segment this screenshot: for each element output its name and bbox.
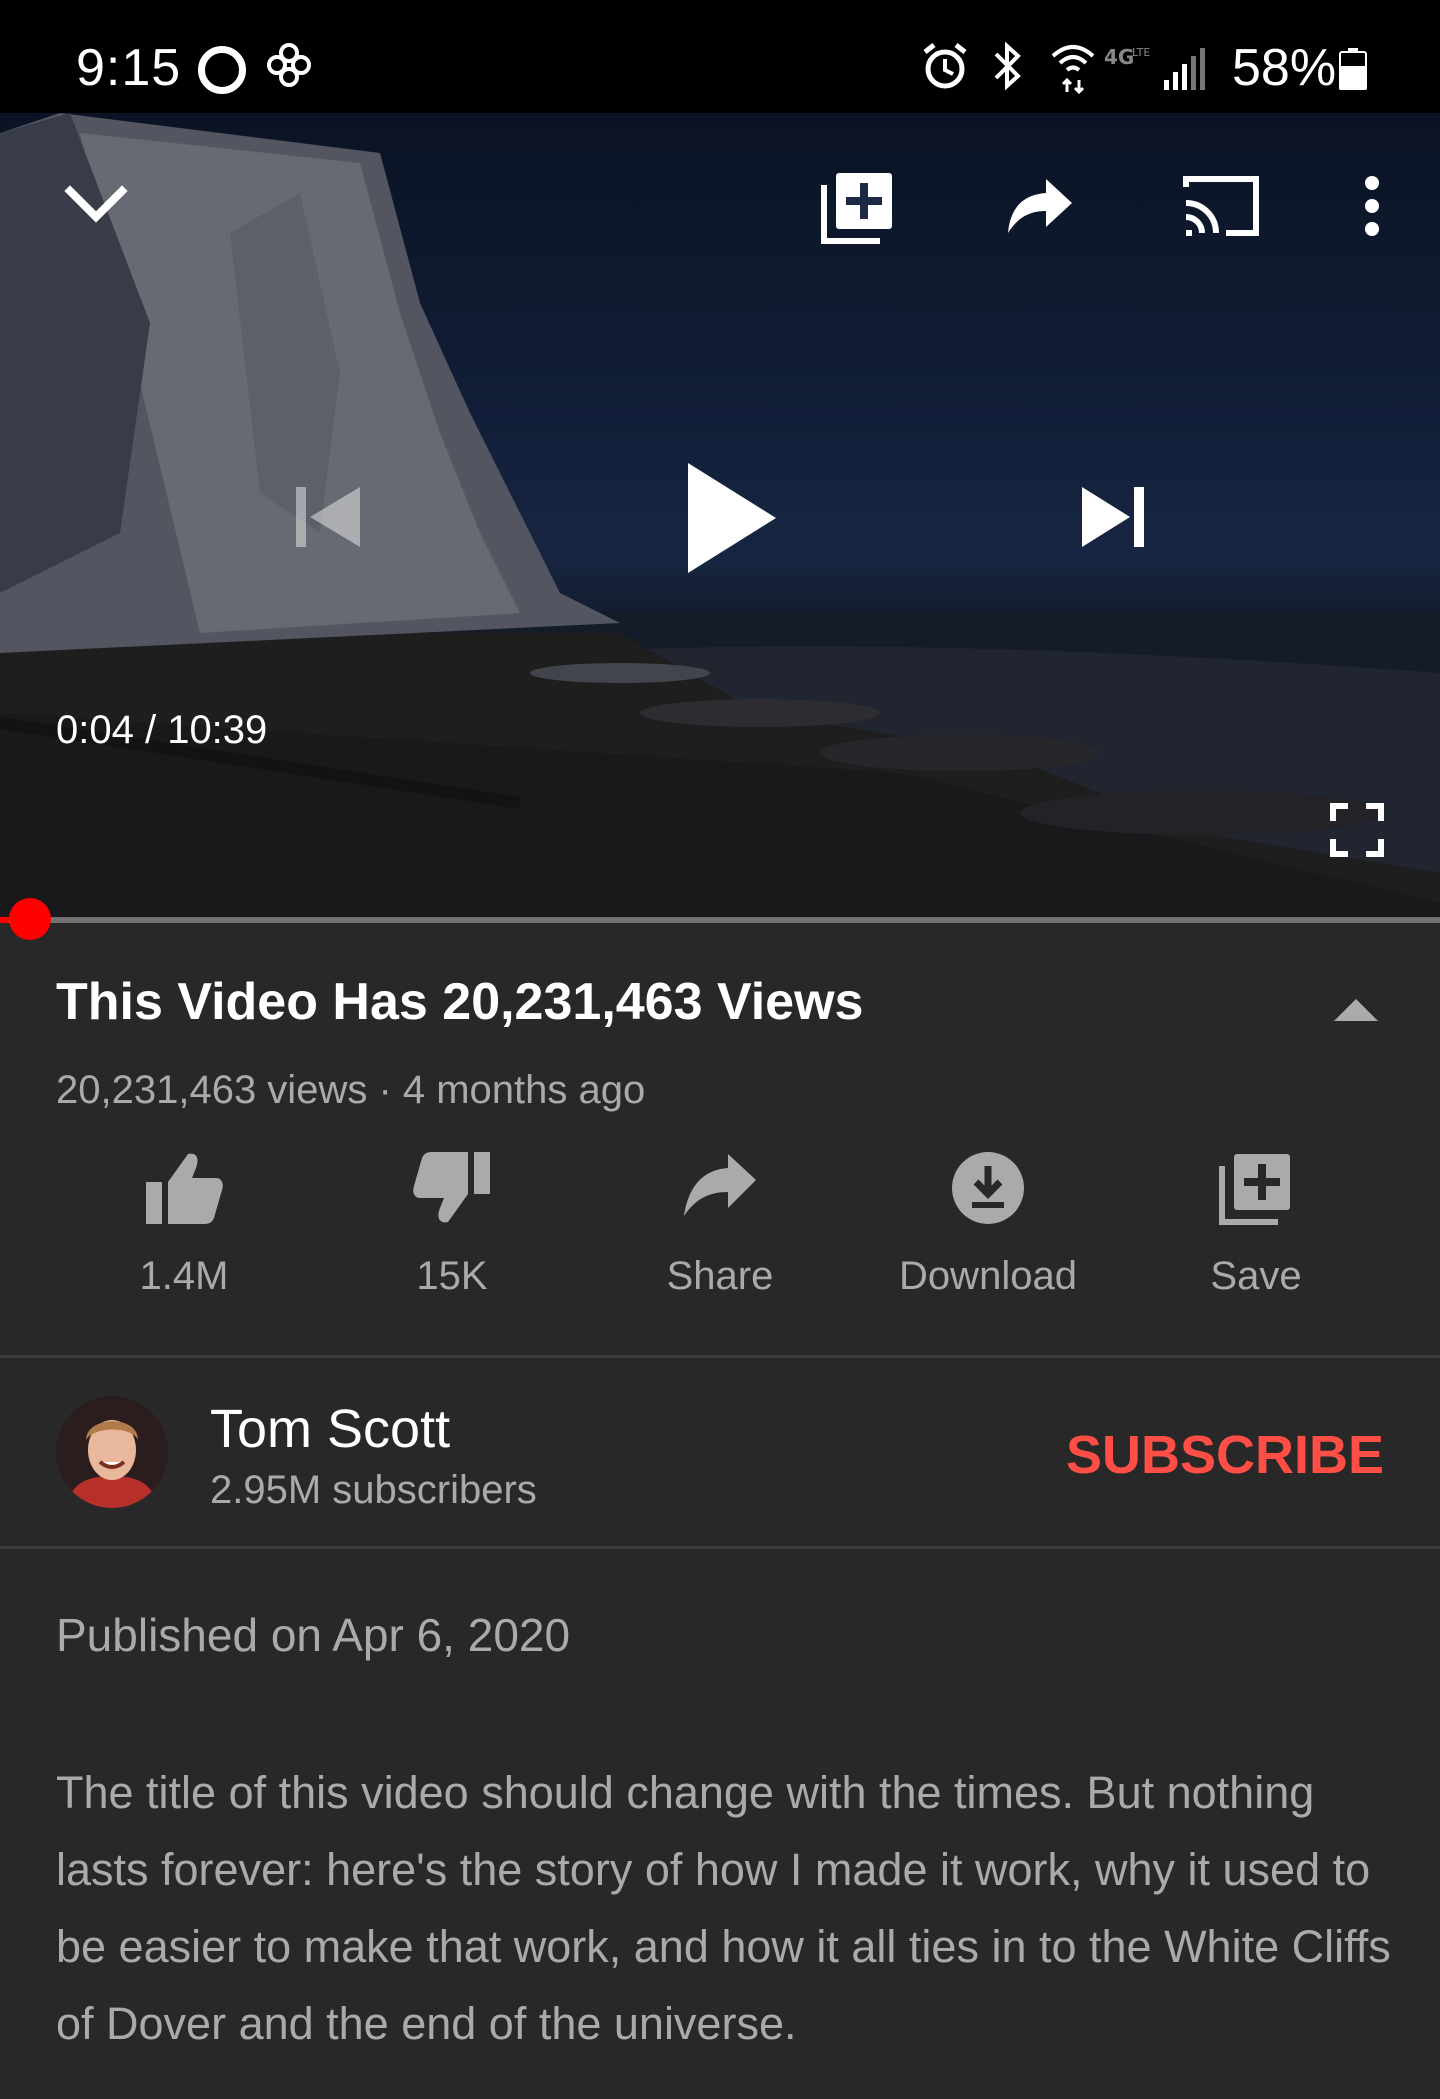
fullscreen-icon[interactable] <box>1330 803 1384 857</box>
thumbs-up-icon <box>146 1153 223 1224</box>
more-vert-icon[interactable] <box>1360 175 1384 237</box>
share-button[interactable]: Share <box>600 1150 840 1299</box>
status-bar: 9:15 4G LTE 58% <box>0 0 1440 113</box>
battery-percent: 58% <box>1232 39 1337 97</box>
video-description: The title of this video should change wi… <box>56 1767 1391 2049</box>
video-meta: 20,231,463 views · 4 months ago <box>56 1068 646 1112</box>
lte-icon: 4G LTE <box>1104 45 1150 69</box>
dislike-count: 15K <box>416 1254 488 1298</box>
svg-text:4G: 4G <box>1104 45 1134 69</box>
svg-text:LTE: LTE <box>1132 46 1150 59</box>
collapse-description-icon[interactable] <box>1332 995 1380 1025</box>
channel-name[interactable]: Tom Scott <box>210 1398 450 1460</box>
circle-status-icon <box>198 46 246 94</box>
collapse-chevron-icon[interactable] <box>64 181 128 229</box>
save-button[interactable]: Save <box>1136 1150 1376 1299</box>
cast-icon[interactable] <box>1182 173 1262 239</box>
share-icon <box>684 1154 756 1216</box>
download-label: Download <box>899 1254 1077 1298</box>
progress-bar[interactable] <box>0 917 1440 923</box>
subscriber-count: 2.95M subscribers <box>210 1468 537 1512</box>
progress-played <box>0 917 10 923</box>
like-button[interactable]: 1.4M <box>64 1150 304 1299</box>
action-row: 1.4M 15K Share Download Save <box>0 1150 1440 1320</box>
bluetooth-icon <box>994 41 1021 91</box>
download-icon <box>952 1152 1024 1224</box>
battery-icon <box>1339 48 1367 90</box>
video-player[interactable]: 0:04 / 10:39 <box>0 113 1440 918</box>
dislike-button[interactable]: 15K <box>332 1150 572 1299</box>
thumbs-down-icon <box>413 1152 490 1223</box>
save-icon <box>1219 1154 1290 1225</box>
status-time: 9:15 <box>76 39 182 97</box>
fan-icon <box>267 43 311 87</box>
progress-scrubber[interactable] <box>9 898 52 940</box>
subscribe-button[interactable]: SUBSCRIBE <box>1066 1424 1384 1486</box>
share-label: Share <box>666 1254 774 1298</box>
play-icon[interactable] <box>686 461 778 575</box>
video-time: 0:04 / 10:39 <box>56 708 268 752</box>
save-label: Save <box>1210 1254 1302 1298</box>
add-to-playlist-icon[interactable] <box>820 169 896 245</box>
signal-icon <box>1164 48 1205 90</box>
divider <box>0 1546 1440 1549</box>
like-count: 1.4M <box>139 1254 229 1298</box>
previous-icon[interactable] <box>294 485 362 549</box>
video-title: This Video Has 20,231,463 Views <box>56 973 864 1031</box>
divider <box>0 1355 1440 1358</box>
channel-row: Tom Scott 2.95M subscribers SUBSCRIBE <box>0 1360 1440 1545</box>
alarm-icon <box>923 43 967 89</box>
share-icon[interactable] <box>1006 179 1074 235</box>
download-button[interactable]: Download <box>868 1150 1108 1299</box>
next-icon[interactable] <box>1080 485 1146 549</box>
wifi-icon <box>1051 45 1095 94</box>
publish-date: Published on Apr 6, 2020 <box>56 1609 571 1661</box>
avatar[interactable] <box>56 1396 168 1508</box>
